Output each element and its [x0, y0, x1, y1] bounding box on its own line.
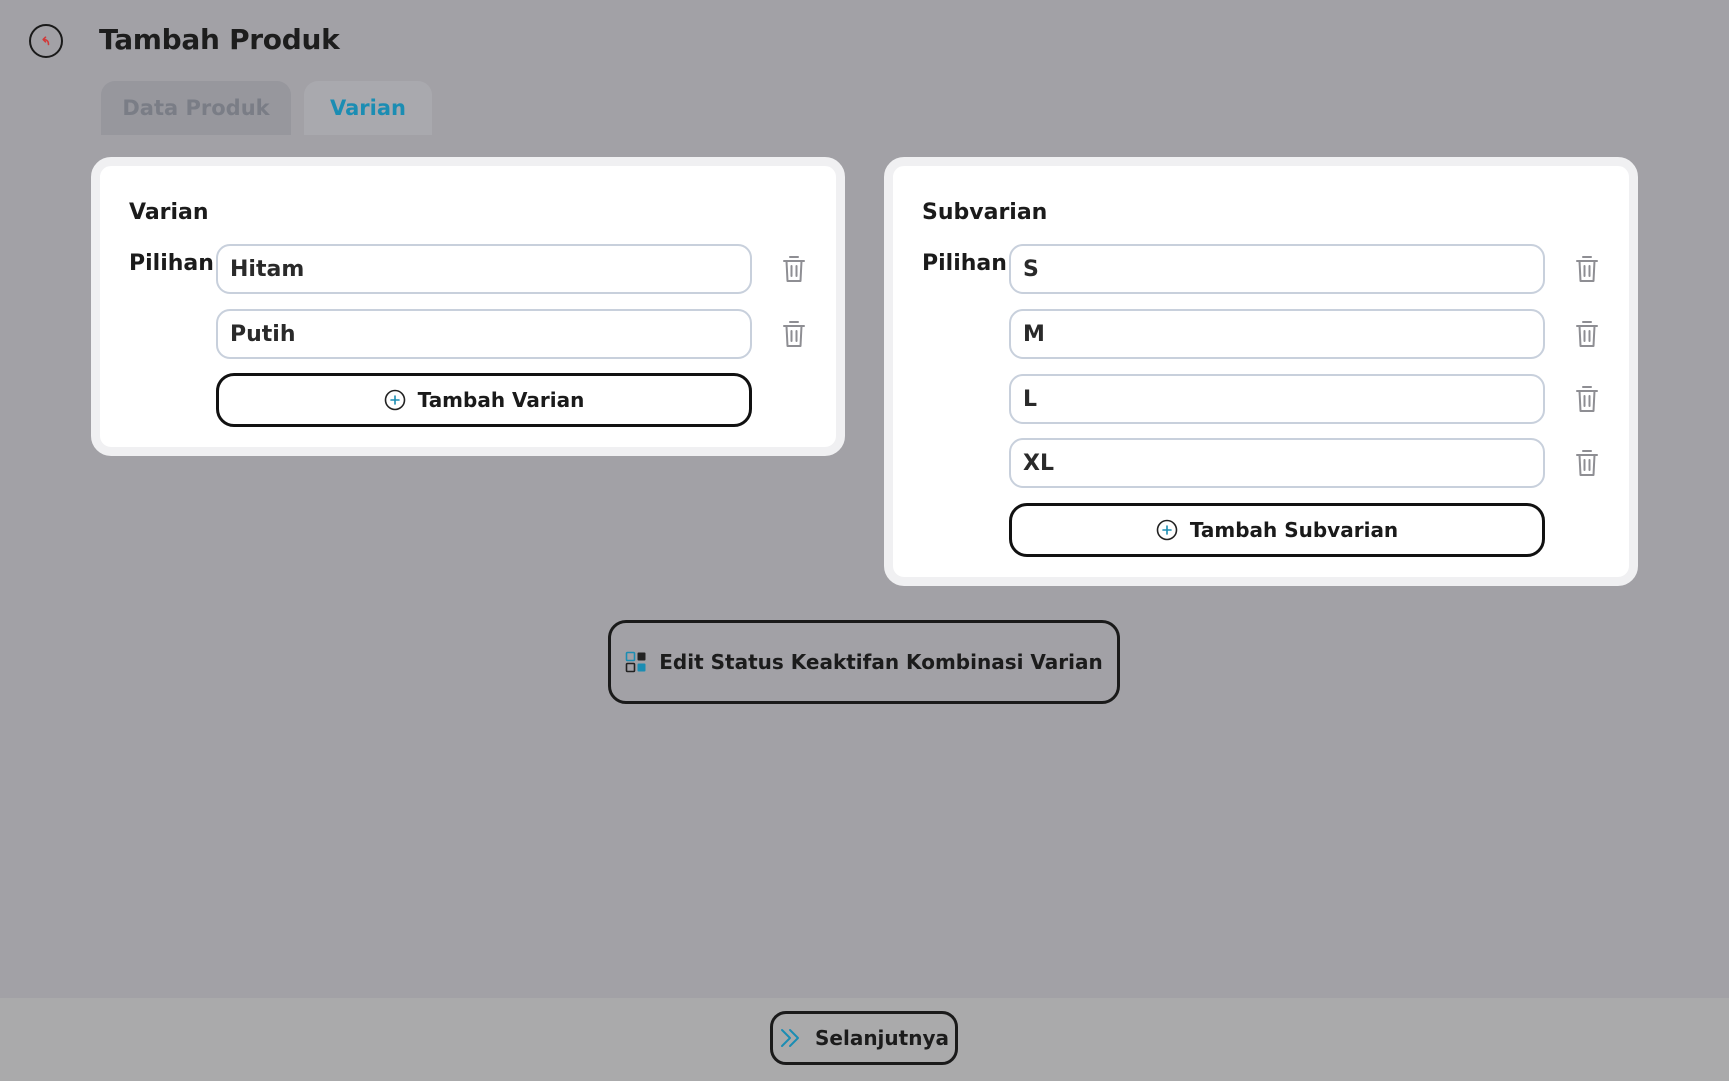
trash-icon — [1576, 450, 1598, 476]
next-button[interactable]: Selanjutnya — [770, 1011, 958, 1065]
varian-option-row — [216, 244, 806, 296]
grid-dashboard-icon — [625, 651, 646, 673]
add-subvarian-label: Tambah Subvarian — [1189, 518, 1399, 542]
subvarian-option-row — [1009, 244, 1599, 296]
add-varian-button[interactable]: Tambah Varian — [216, 373, 752, 427]
add-subvarian-button[interactable]: Tambah Subvarian — [1009, 503, 1545, 557]
tab-data-produk[interactable]: Data Produk — [101, 81, 291, 135]
varian-option-row — [216, 309, 806, 361]
trash-icon — [783, 256, 805, 282]
plus-circle-icon — [384, 389, 405, 411]
varian-card: Varian Pilihan Hitam Putih Tambah Varian — [91, 157, 845, 456]
trash-icon — [783, 321, 805, 347]
delete-subvarian-option-button[interactable] — [1574, 317, 1600, 351]
delete-subvarian-option-button[interactable] — [1574, 382, 1600, 416]
trash-icon — [1576, 386, 1598, 412]
delete-subvarian-option-button[interactable] — [1574, 252, 1600, 286]
subvarian-option-input[interactable] — [1009, 309, 1545, 359]
plus-circle-icon — [1156, 519, 1178, 541]
subvarian-option-row — [1009, 438, 1599, 490]
back-button[interactable] — [29, 24, 63, 58]
page-title: Tambah Produk — [99, 23, 340, 56]
varian-option-input[interactable] — [216, 244, 752, 294]
double-chevron-right-icon — [781, 1029, 799, 1047]
subvarian-option-row — [1009, 309, 1599, 361]
delete-subvarian-option-button[interactable] — [1574, 446, 1600, 480]
footer-bar: Selanjutnya — [0, 998, 1729, 1081]
delete-varian-option-button[interactable] — [781, 317, 807, 351]
varian-pilihan-label: Pilihan — [129, 251, 214, 276]
app-root: Tambah Produk Data Produk Varian Varian … — [0, 0, 1729, 1081]
subvarian-card: Subvarian Pilihan S M L XL Tambah Subvar… — [884, 157, 1638, 586]
delete-varian-option-button[interactable] — [781, 252, 807, 286]
subvarian-option-row — [1009, 374, 1599, 426]
add-varian-label: Tambah Varian — [417, 388, 585, 412]
next-label: Selanjutnya — [815, 1026, 949, 1050]
back-arrow-icon — [42, 36, 50, 46]
subvarian-card-title: Subvarian — [922, 200, 1048, 225]
varian-option-input[interactable] — [216, 309, 752, 359]
tab-bar: Data Produk Varian — [101, 81, 432, 135]
edit-status-kombinasi-button[interactable]: Edit Status Keaktifan Kombinasi Varian — [608, 620, 1120, 704]
trash-icon — [1576, 321, 1598, 347]
tab-varian[interactable]: Varian — [304, 81, 432, 135]
subvarian-option-input[interactable] — [1009, 244, 1545, 294]
trash-icon — [1576, 256, 1598, 282]
subvarian-option-input[interactable] — [1009, 374, 1545, 424]
edit-status-label: Edit Status Keaktifan Kombinasi Varian — [659, 650, 1103, 674]
subvarian-option-input[interactable] — [1009, 438, 1545, 488]
subvarian-pilihan-label: Pilihan — [922, 251, 1007, 276]
varian-card-title: Varian — [129, 200, 209, 225]
